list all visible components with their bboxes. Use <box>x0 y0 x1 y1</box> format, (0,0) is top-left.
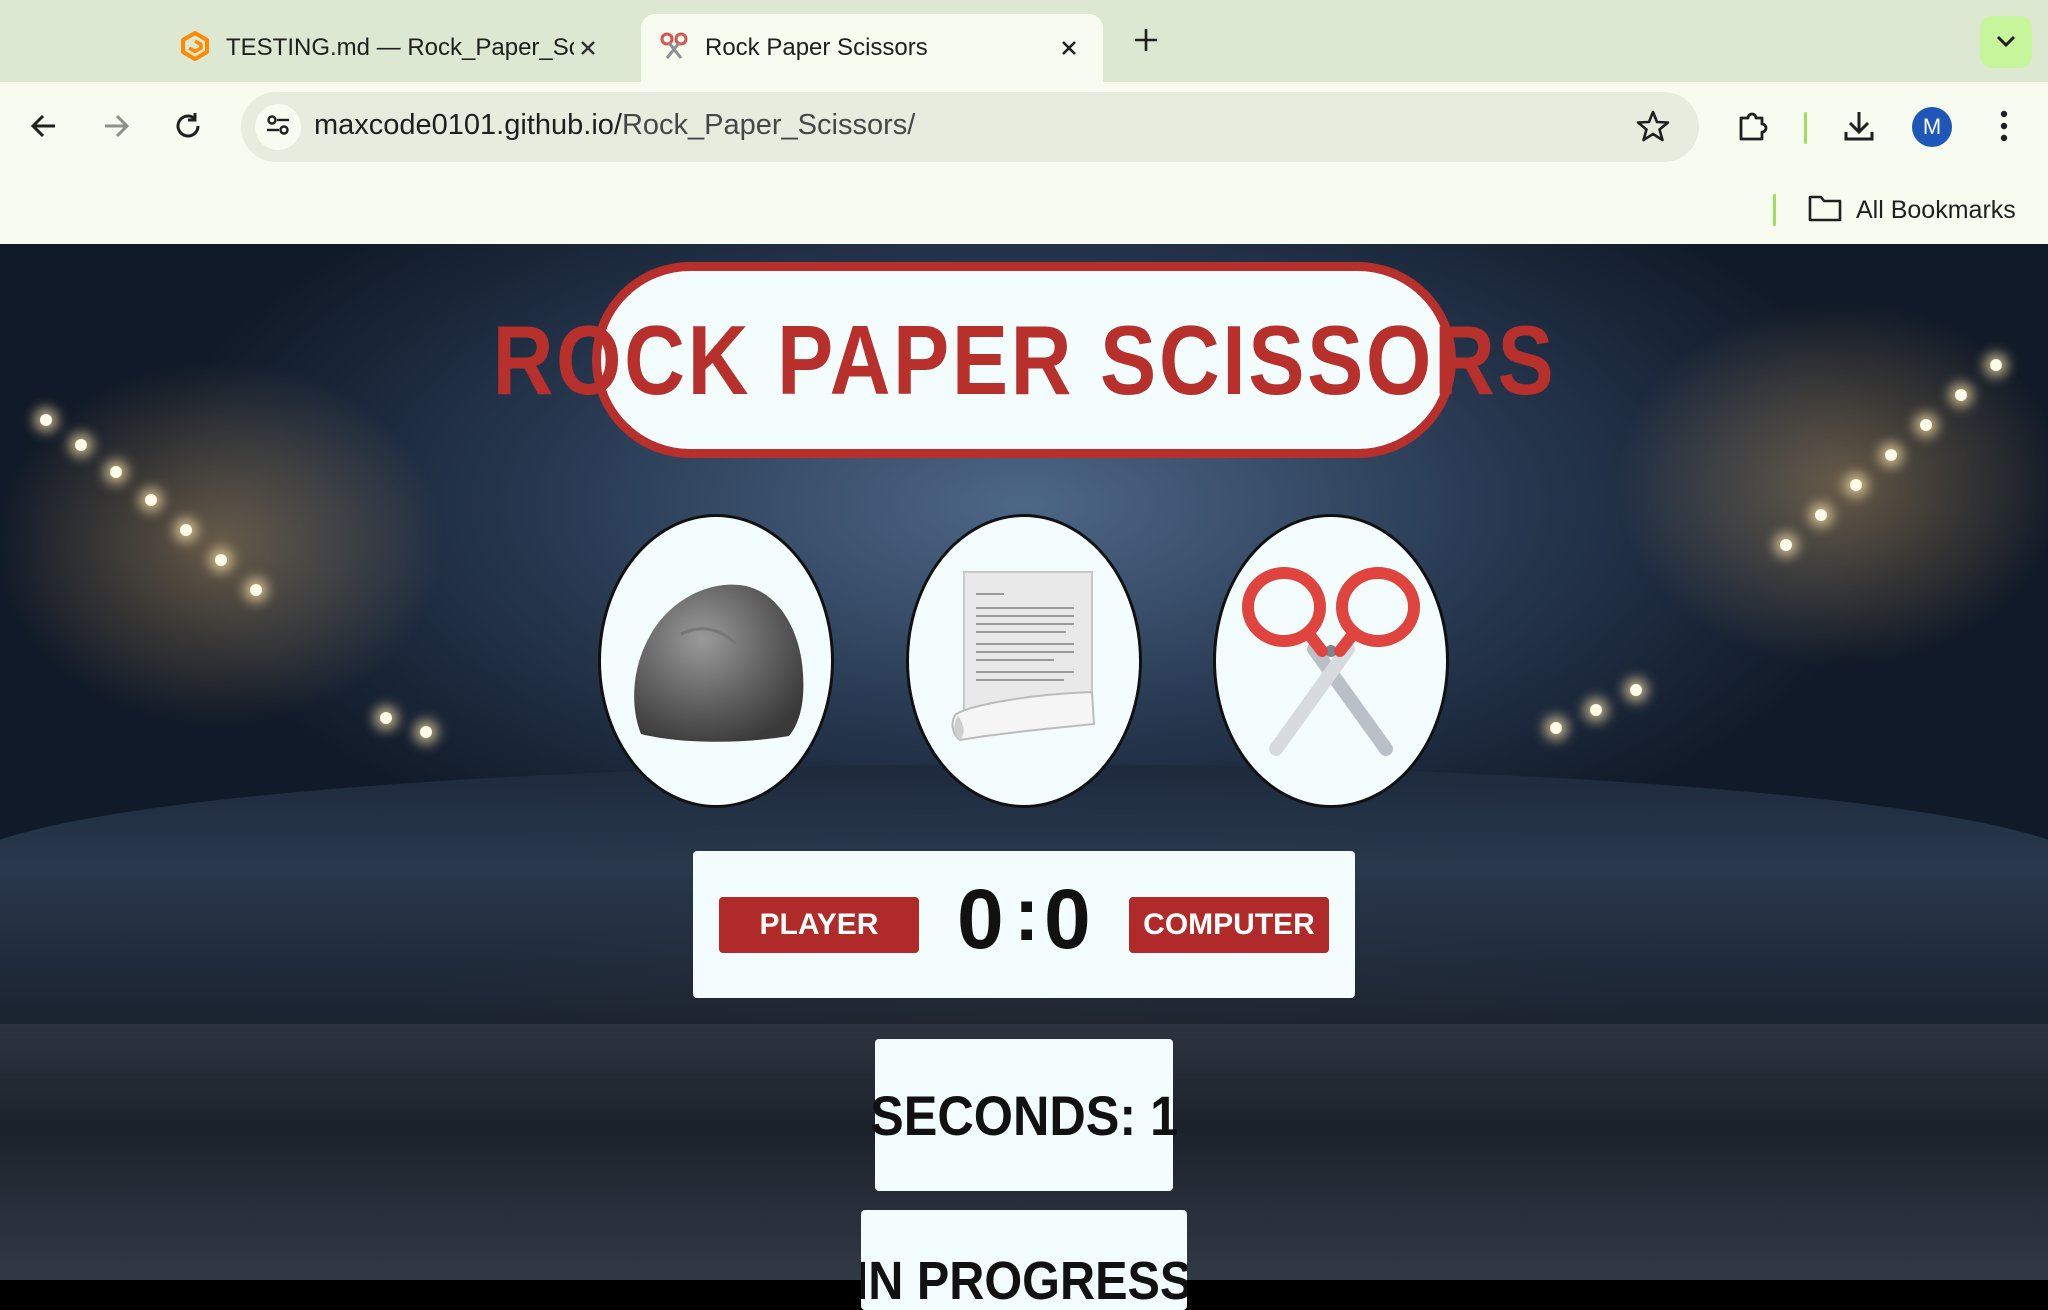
score-separator: : <box>1014 872 1040 957</box>
tab-testing-md[interactable]: TESTING.md — Rock_Paper_Scissors <box>160 14 620 82</box>
flood-light <box>1885 449 1897 461</box>
flood-light <box>1920 419 1932 431</box>
arrow-right-icon <box>101 111 131 145</box>
scissors-image <box>1236 559 1426 763</box>
flood-light <box>1550 722 1562 734</box>
site-info-button[interactable] <box>255 104 301 150</box>
flood-light <box>75 439 87 451</box>
player-score: 0 <box>957 872 1004 966</box>
flood-light <box>1990 359 2002 371</box>
forward-button[interactable] <box>96 108 136 148</box>
download-icon <box>1841 108 1877 148</box>
flood-light <box>1590 704 1602 716</box>
url-host: maxcode0101.github.io/ <box>314 109 622 141</box>
toolbar-separator <box>1804 112 1807 144</box>
paper-image <box>934 564 1114 758</box>
flood-light <box>250 584 262 596</box>
url-text: maxcode0101.github.io/Rock_Paper_Scissor… <box>314 109 915 142</box>
browser-menu-button[interactable] <box>1980 104 2028 152</box>
tab-search-button[interactable] <box>1980 16 2032 68</box>
scoreboard: PLAYER 0 : 0 COMPUTER <box>693 851 1355 998</box>
flood-light <box>420 726 432 738</box>
timer-box: SECONDS: 1 <box>870 1039 1178 1191</box>
tune-icon <box>265 112 291 142</box>
arrow-left-icon <box>29 111 59 145</box>
close-tab-icon[interactable] <box>574 34 602 62</box>
bookmark-star-icon[interactable] <box>1635 108 1671 148</box>
game-title-banner: ROCK PAPER SCISSORS <box>492 262 1553 458</box>
computer-score: 0 <box>1044 872 1091 966</box>
flood-light <box>1815 509 1827 521</box>
flood-light <box>1630 684 1642 696</box>
flood-light <box>380 712 392 724</box>
flood-light <box>215 554 227 566</box>
scissors-icon <box>659 31 689 65</box>
flood-light <box>1955 389 1967 401</box>
reload-icon <box>173 111 203 145</box>
flood-light <box>40 414 52 426</box>
puzzle-icon <box>1735 108 1771 148</box>
tab-strip: TESTING.md — Rock_Paper_Scissors Rock Pa… <box>0 0 2048 82</box>
new-tab-button[interactable] <box>1128 22 1164 58</box>
all-bookmarks-button[interactable]: All Bookmarks <box>1808 190 2016 230</box>
flood-light <box>110 466 122 478</box>
tab-title: Rock Paper Scissors <box>705 34 928 61</box>
bookmarks-separator <box>1773 194 1776 226</box>
reload-button[interactable] <box>168 108 208 148</box>
flood-light <box>145 494 157 506</box>
rock-choice-button[interactable] <box>598 514 834 808</box>
url-path: Rock_Paper_Scissors/ <box>621 109 916 141</box>
player-label: PLAYER <box>719 897 919 953</box>
tab-title: TESTING.md — Rock_Paper_Scissors <box>226 34 574 61</box>
game-title: ROCK PAPER SCISSORS <box>492 304 1556 415</box>
game-status-box: IN PROGRESS <box>861 1210 1187 1310</box>
flood-light <box>180 524 192 536</box>
more-vert-icon <box>1999 110 2009 146</box>
all-bookmarks-label: All Bookmarks <box>1856 195 2016 224</box>
bookmarks-bar: All Bookmarks <box>0 174 2048 244</box>
chevron-down-icon <box>1995 33 2017 52</box>
extensions-button[interactable] <box>1729 104 1777 152</box>
flood-light <box>1780 539 1792 551</box>
close-tab-icon[interactable] <box>1055 34 1083 62</box>
tab-rock-paper-scissors[interactable]: Rock Paper Scissors <box>641 14 1103 82</box>
flood-light <box>1850 479 1862 491</box>
address-bar[interactable]: maxcode0101.github.io/Rock_Paper_Scissor… <box>241 92 1699 162</box>
game-status-text: IN PROGRESS <box>861 1251 1187 1310</box>
paper-choice-button[interactable] <box>906 514 1142 808</box>
browser-toolbar: maxcode0101.github.io/Rock_Paper_Scissor… <box>0 82 2048 174</box>
profile-avatar[interactable]: M <box>1912 107 1952 147</box>
computer-label: COMPUTER <box>1129 897 1329 953</box>
back-button[interactable] <box>24 108 64 148</box>
scissors-choice-button[interactable] <box>1213 514 1449 808</box>
downloads-button[interactable] <box>1835 104 1883 152</box>
rock-image <box>621 574 811 748</box>
folder-icon <box>1808 194 1842 226</box>
timer-text: SECONDS: 1 <box>869 1083 1179 1147</box>
gitpod-icon <box>180 31 210 65</box>
